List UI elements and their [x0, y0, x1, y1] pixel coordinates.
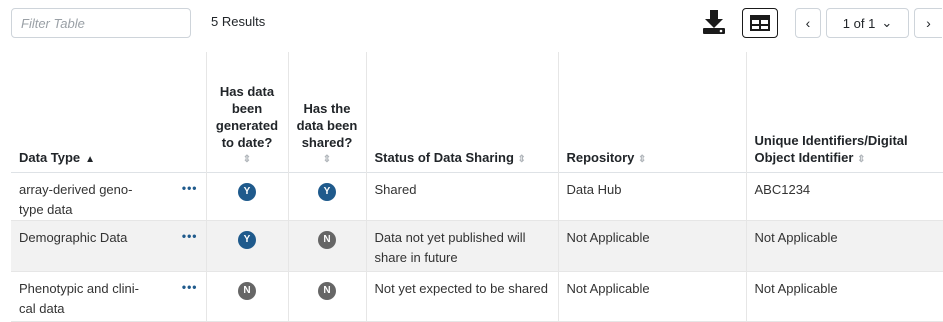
download-icon[interactable]: [702, 9, 726, 35]
more-options-icon[interactable]: •••: [182, 178, 198, 220]
table-row: Phenotypic and clini- cal data ••• N N N…: [11, 271, 943, 321]
sort-icon: ⇕: [517, 153, 526, 165]
previous-page-button[interactable]: ‹: [795, 8, 821, 38]
table-row: array-derived geno- type data ••• Y Y Sh…: [11, 172, 943, 220]
data-type-text: Phenotypic and clini- cal data: [19, 280, 139, 316]
column-header-shared[interactable]: Has the data been shared? ⇕: [288, 52, 367, 172]
repository-cell: Not Applicable: [558, 220, 747, 271]
sort-icon: ⇕: [638, 153, 647, 165]
identifier-cell: Not Applicable: [754, 280, 838, 296]
page-label: 1 of 1: [842, 15, 876, 31]
sort-ascending-icon: ▲: [85, 153, 96, 165]
status-cell: Data not yet published will share in fut…: [366, 220, 559, 271]
results-count: 5 Results: [211, 14, 266, 29]
status-cell: Shared: [366, 172, 559, 220]
no-badge: N: [318, 230, 336, 249]
data-type-cell: Phenotypic and clini- cal data •••: [11, 271, 207, 321]
identifier-cell: Not Applicable: [754, 229, 838, 245]
generated-cell: Y: [206, 220, 289, 271]
generated-cell: Y: [206, 172, 289, 220]
chevron-down-icon: ⌄: [881, 15, 893, 30]
sort-icon: ⇕: [242, 153, 252, 165]
identifier-cell: ABC1234: [754, 181, 811, 197]
page-select[interactable]: 1 of 1 ⌄: [826, 8, 909, 38]
repository-cell: Data Hub: [558, 172, 747, 220]
repository-cell: Not Applicable: [558, 271, 747, 321]
no-badge: N: [238, 281, 256, 300]
column-header-status[interactable]: Status of Data Sharing ⇕: [366, 52, 559, 172]
column-header-identifier[interactable]: Unique Identifiers/Digital Object Identi…: [746, 52, 943, 172]
data-type-cell: Demographic Data •••: [11, 220, 207, 271]
column-header-repository[interactable]: Repository ⇕: [558, 52, 747, 172]
more-options-icon[interactable]: •••: [182, 226, 198, 248]
sort-icon: ⇕: [857, 153, 866, 165]
table-toolbar: 5 Results ‹ 1 of 1 ⌄ ›: [0, 0, 943, 44]
column-header-data-type[interactable]: Data Type ▲: [11, 52, 207, 172]
shared-cell: Y: [288, 172, 367, 220]
status-cell: Not yet expected to be shared: [366, 271, 559, 321]
yes-badge: Y: [318, 182, 336, 201]
filter-table-input[interactable]: [11, 8, 191, 38]
sort-icon: ⇕: [322, 153, 332, 165]
yes-badge: Y: [238, 182, 256, 201]
generated-cell: N: [206, 271, 289, 321]
chevron-right-icon: ›: [926, 15, 931, 31]
data-type-text: array-derived geno- type data: [19, 181, 133, 217]
table-grid-icon: [750, 15, 770, 31]
data-type-cell: array-derived geno- type data •••: [11, 172, 207, 220]
table-view-button[interactable]: [742, 8, 778, 38]
yes-badge: Y: [238, 230, 256, 249]
column-header-generated[interactable]: Has data been generated to date? ⇕: [206, 52, 289, 172]
shared-cell: N: [288, 220, 367, 271]
chevron-left-icon: ‹: [805, 15, 811, 31]
no-badge: N: [318, 281, 336, 300]
table-row: Demographic Data ••• Y N Data not yet pu…: [11, 220, 943, 271]
data-type-text: Demographic Data: [19, 229, 128, 245]
data-sharing-table: Data Type ▲ Has data been generated to da…: [11, 52, 943, 322]
next-page-button[interactable]: ›: [914, 8, 942, 38]
shared-cell: N: [288, 271, 367, 321]
table-header-row: Data Type ▲ Has data been generated to da…: [11, 52, 943, 172]
more-options-icon[interactable]: •••: [182, 277, 198, 319]
